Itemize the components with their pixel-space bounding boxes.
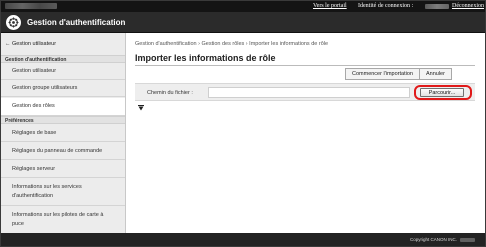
main-content: Gestion d'authentification › Gestion des… — [126, 33, 485, 233]
sidebar-item-label: Réglages de base — [12, 129, 57, 136]
sidebar-item-server-settings[interactable]: Réglages serveur — [1, 161, 125, 178]
footer: Copyright CANON INC. — [1, 233, 485, 246]
logout-link[interactable]: Déconnexion — [452, 3, 484, 9]
start-import-button[interactable]: Commencer l'importation — [345, 68, 420, 80]
action-toolbar: Commencer l'importation Annuler — [345, 68, 452, 80]
sidebar-item-roles[interactable]: Gestion des rôles — [1, 98, 125, 116]
sidebar-item-label: Informations sur les pilotes de carte à … — [12, 212, 104, 227]
copyright-text: Copyright CANON INC. — [409, 237, 457, 242]
browse-button[interactable]: Parcourir... — [420, 88, 464, 97]
redacted-copyright-year — [460, 238, 475, 242]
breadcrumb: Gestion d'authentification › Gestion des… — [135, 41, 329, 47]
cancel-button[interactable]: Annuler — [419, 68, 452, 80]
sidebar-item-label: Informations sur les services d'authenti… — [12, 184, 82, 199]
file-path-field[interactable] — [208, 87, 410, 98]
highlight-ring: Parcourir... — [414, 85, 472, 100]
sidebar-item-label: Gestion utilisateur — [12, 68, 57, 74]
sidebar: ← Gestion utilisateur Gestion d'authenti… — [1, 33, 126, 233]
redacted-device-name — [5, 3, 57, 9]
back-to-user-management-link[interactable]: ← Gestion utilisateur — [5, 41, 56, 47]
file-path-label: Chemin du fichier : — [147, 90, 193, 96]
sidebar-item-label: Gestion groupe utilisateurs — [12, 85, 78, 91]
file-path-row: Chemin du fichier : Parcourir... — [135, 83, 475, 101]
login-identity-label: Identité de connexion : — [358, 3, 414, 9]
sidebar-item-label: Gestion des rôles — [12, 103, 55, 109]
redacted-login-identity — [425, 4, 449, 9]
sidebar-item-smart-card-drivers-info[interactable]: Informations sur les pilotes de carte à … — [1, 207, 125, 233]
browser-page: Vers le portail Identité de connexion : … — [0, 0, 486, 247]
portal-link[interactable]: Vers le portail — [313, 3, 347, 9]
system-bar: Vers le portail Identité de connexion : … — [1, 1, 485, 12]
sidebar-item-control-panel-settings[interactable]: Réglages du panneau de commande — [1, 143, 125, 160]
sidebar-item-basic-settings[interactable]: Réglages de base — [1, 125, 125, 142]
sidebar-section-auth: Gestion d'authentification — [1, 55, 125, 63]
sidebar-item-auth-services-info[interactable]: Informations sur les services d'authenti… — [1, 179, 125, 206]
sidebar-item-user-management[interactable]: Gestion utilisateur — [1, 64, 125, 80]
gear-seal-icon — [6, 15, 21, 30]
app-title: Gestion d'authentification — [27, 18, 126, 27]
title-divider — [135, 65, 475, 66]
sidebar-item-user-groups[interactable]: Gestion groupe utilisateurs — [1, 81, 125, 97]
expand-all-icon[interactable] — [138, 105, 144, 111]
sidebar-section-preferences: Préférences — [1, 116, 125, 124]
app-header: Gestion d'authentification — [1, 12, 485, 33]
sidebar-item-label: Réglages serveur — [12, 165, 56, 172]
page-title: Importer les informations de rôle — [135, 53, 276, 63]
sidebar-item-label: Réglages du panneau de commande — [12, 147, 103, 154]
